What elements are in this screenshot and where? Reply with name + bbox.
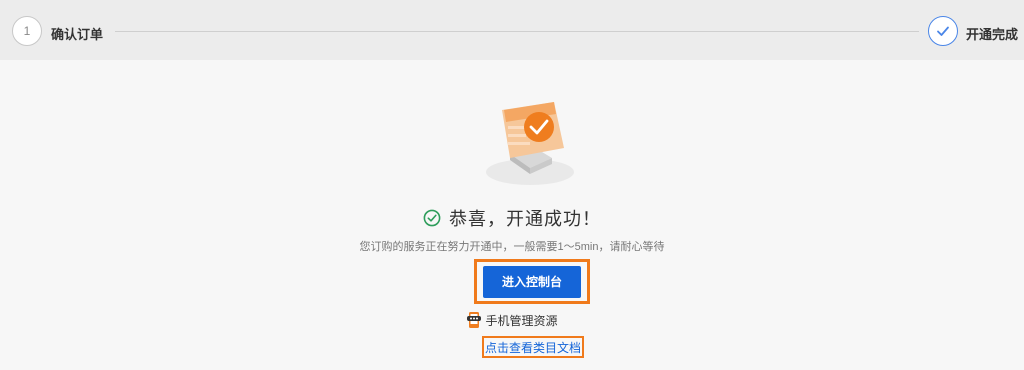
step-connector-line bbox=[115, 31, 919, 32]
mobile-manage-label: 手机管理资源 bbox=[485, 313, 558, 328]
success-subtitle: 您订购的服务正在努力开通中，一般需要1～5min，请耐心等待 bbox=[359, 241, 665, 253]
step-1-number: 1 bbox=[23, 24, 31, 38]
check-circle-icon bbox=[423, 209, 441, 227]
step-2-indicator bbox=[928, 16, 958, 46]
mobile-manage-link[interactable]: 手机管理资源 bbox=[0, 311, 1024, 329]
check-icon bbox=[937, 26, 949, 36]
category-doc-link[interactable]: 点击查看类目文档 bbox=[485, 339, 581, 356]
doc-link-highlight: 点击查看类目文档 bbox=[482, 336, 584, 358]
console-button-highlight: 进入控制台 bbox=[474, 259, 590, 304]
enter-console-button[interactable]: 进入控制台 bbox=[483, 265, 581, 298]
computer-success-illustration bbox=[486, 102, 574, 185]
step-2-label: 开通完成 bbox=[966, 27, 1019, 42]
mobile-phone-icon bbox=[467, 312, 482, 328]
step-bar: 1 确认订单 开通完成 bbox=[0, 0, 1024, 60]
result-heading: 恭喜，开通成功！ bbox=[0, 205, 1024, 231]
step-1-label: 确认订单 bbox=[51, 27, 104, 42]
success-title: 恭喜，开通成功！ bbox=[449, 209, 601, 229]
step-1-indicator: 1 bbox=[12, 16, 42, 46]
